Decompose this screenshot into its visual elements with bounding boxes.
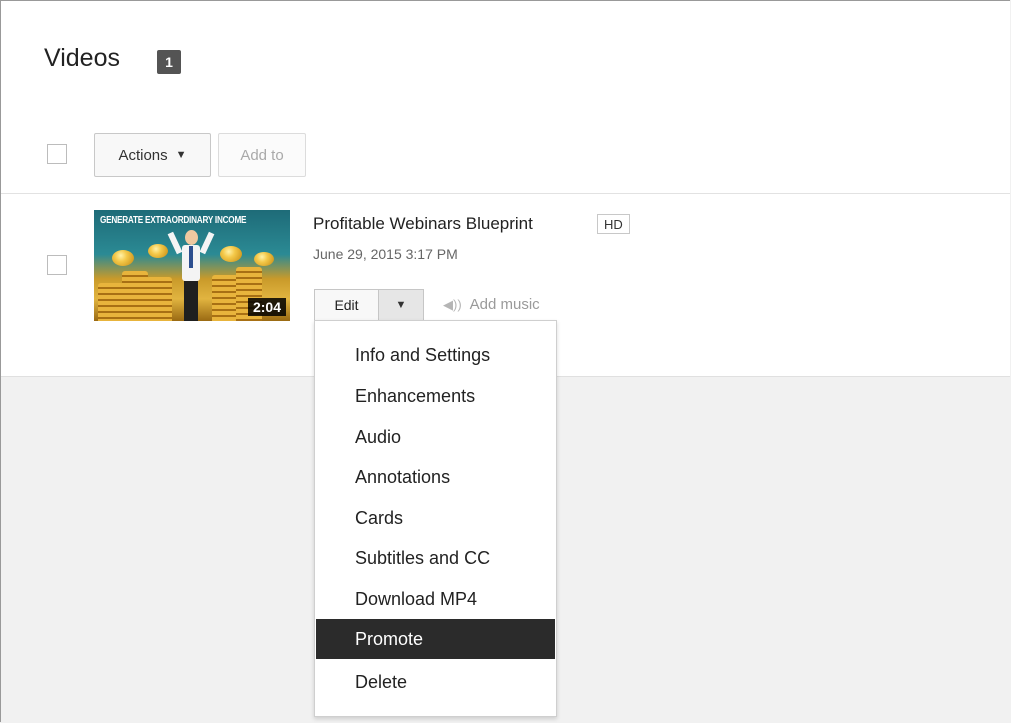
coin-stack [98,283,124,321]
menu-item-info-settings[interactable]: Info and Settings [316,335,555,375]
coin [112,250,134,266]
coin-stack [122,271,148,321]
add-music-button[interactable]: ◀)) Add music [443,296,540,313]
caret-down-icon: ▼ [395,299,407,311]
video-title-link[interactable]: Profitable Webinars Blueprint [313,214,533,234]
add-to-label: Add to [240,146,284,164]
menu-item-cards[interactable]: Cards [316,498,555,538]
video-date: June 29, 2015 3:17 PM [313,246,458,262]
thumbnail-caption: GENERATE EXTRAORDINARY INCOME [100,215,247,226]
duration-badge: 2:04 [247,298,286,316]
menu-item-enhancements[interactable]: Enhancements [316,376,555,416]
menu-item-promote[interactable]: Promote [316,619,555,659]
menu-item-delete[interactable]: Delete [316,662,555,702]
edit-dropdown-menu: Info and Settings Enhancements Audio Ann… [314,320,557,717]
edit-button[interactable]: Edit [314,289,378,321]
menu-item-audio[interactable]: Audio [316,417,555,457]
video-thumbnail[interactable]: GENERATE EXTRAORDINARY INCOME 2:04 [94,210,290,321]
coin [148,244,168,258]
coin [254,252,274,266]
menu-item-annotations[interactable]: Annotations [316,457,555,497]
hd-badge: HD [597,214,630,234]
coin [220,246,242,262]
video-count-badge: 1 [157,50,181,74]
menu-item-download-mp4[interactable]: Download MP4 [316,579,555,619]
edit-dropdown-button[interactable]: ▼ [378,289,424,321]
actions-label: Actions [118,146,168,164]
add-music-label: Add music [469,296,540,313]
select-all-checkbox[interactable] [47,144,67,164]
speaker-icon: ◀)) [443,296,462,312]
coin-stack [212,275,238,321]
actions-button[interactable]: Actions ▼ [94,133,211,177]
video-row-checkbox[interactable] [47,255,67,275]
menu-item-subtitles-cc[interactable]: Subtitles and CC [316,538,555,578]
coin-stack [146,277,172,321]
add-to-button[interactable]: Add to [218,133,306,177]
toolbar-divider [1,193,1010,194]
edit-label: Edit [334,297,359,313]
caret-down-icon: ▼ [175,149,187,161]
businessman-figure [167,230,215,321]
page-title: Videos [44,44,120,72]
